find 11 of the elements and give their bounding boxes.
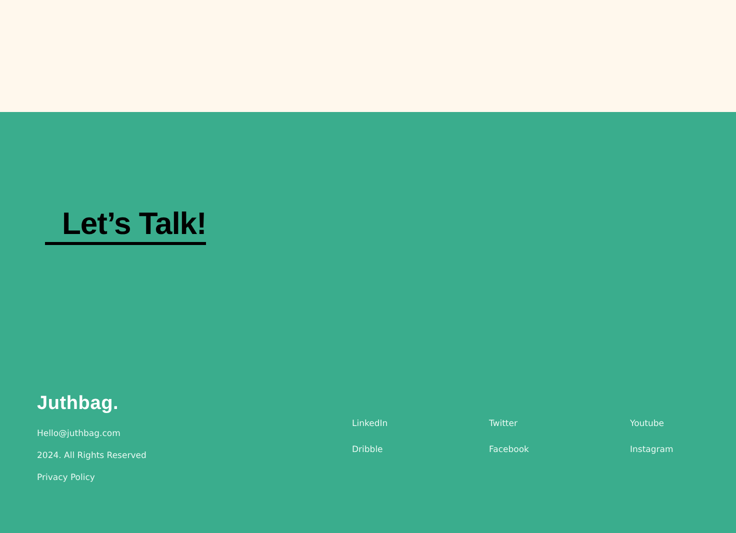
social-link[interactable]: Twitter [489, 417, 630, 431]
lets-talk-link[interactable]: Let’s Talk! [45, 206, 206, 245]
logo: Juthbag. [37, 393, 120, 415]
social-link[interactable]: LinkedIn [352, 417, 489, 431]
social-link[interactable]: Instagram [630, 443, 674, 457]
social-link[interactable]: Facebook [489, 443, 630, 457]
copyright-text: 2024. All Rights Reserved [37, 450, 148, 463]
privacy-policy-link[interactable]: Privacy Policy [37, 467, 352, 489]
social-link[interactable]: Dribble [352, 443, 489, 457]
social-link[interactable]: Youtube [630, 417, 674, 431]
email-link[interactable]: Hello@juthbag.com [37, 423, 352, 445]
